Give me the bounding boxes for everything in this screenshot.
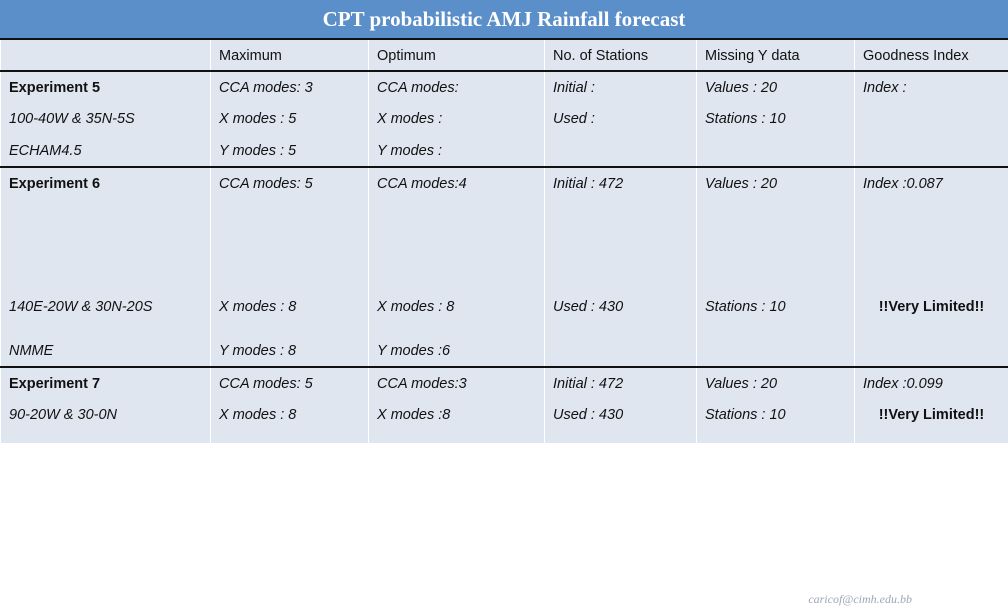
column-header-maximum: Maximum [210, 38, 369, 71]
cell-optimum: CCA modes:3 [368, 366, 545, 399]
cell-domain: 140E-20W & 30N-20S [0, 291, 211, 335]
cell-optimum: Y modes :6 [368, 335, 545, 367]
cell-maximum: Y modes : 8 [210, 335, 369, 367]
cell-maximum: X modes : 5 [210, 103, 369, 135]
cell-stations: Used : [544, 103, 697, 135]
cell-stations: Initial : [544, 70, 697, 103]
cell-experiment-label: Experiment 5 [0, 70, 211, 103]
table-header-row: Maximum Optimum No. of Stations Missing … [0, 38, 1008, 71]
page-title: CPT probabilistic AMJ Rainfall forecast [0, 0, 1008, 38]
table-row: NMME Y modes : 8 Y modes :6 [0, 335, 1008, 367]
cell-stations: Used : 430 [544, 291, 697, 335]
cell-missing-y: Stations : 10 [696, 103, 855, 135]
cell-optimum: X modes :8 [368, 399, 545, 443]
cell-optimum: Y modes : [368, 135, 545, 167]
cell-domain: 90-20W & 30-0N [0, 399, 211, 443]
cell-model: NMME [0, 335, 211, 367]
table-row: Experiment 6 CCA modes: 5 CCA modes:4 In… [0, 166, 1008, 291]
table-row: Experiment 5 CCA modes: 3 CCA modes: Ini… [0, 70, 1008, 103]
cell-maximum: Y modes : 5 [210, 135, 369, 167]
column-header-optimum: Optimum [368, 38, 545, 71]
cell-model: ECHAM4.5 [0, 135, 211, 167]
table-row: 140E-20W & 30N-20S X modes : 8 X modes :… [0, 291, 1008, 335]
table-row: 100-40W & 35N-5S X modes : 5 X modes : U… [0, 103, 1008, 135]
cell-stations [544, 135, 697, 167]
cell-maximum: CCA modes: 5 [210, 366, 369, 399]
cell-domain: 100-40W & 35N-5S [0, 103, 211, 135]
cell-missing-y: Values : 20 [696, 366, 855, 399]
cell-missing-y: Stations : 10 [696, 399, 855, 443]
cell-maximum: X modes : 8 [210, 291, 369, 335]
cell-missing-y [696, 335, 855, 367]
cell-stations: Used : 430 [544, 399, 697, 443]
cell-goodness [854, 335, 1008, 367]
column-header-blank [0, 38, 211, 71]
cell-optimum: X modes : [368, 103, 545, 135]
cell-missing-y [696, 135, 855, 167]
cell-goodness [854, 135, 1008, 167]
cell-missing-y: Values : 20 [696, 166, 855, 291]
table-row: Experiment 7 CCA modes: 5 CCA modes:3 In… [0, 366, 1008, 399]
cell-goodness: Index :0.087 [854, 166, 1008, 291]
cell-goodness: Index : [854, 70, 1008, 103]
column-header-no-of-stations: No. of Stations [544, 38, 697, 71]
cell-optimum: CCA modes: [368, 70, 545, 103]
cell-stations: Initial : 472 [544, 166, 697, 291]
slide-canvas: CPT probabilistic AMJ Rainfall forecast … [0, 0, 1008, 612]
cell-missing-y: Values : 20 [696, 70, 855, 103]
cell-stations: Initial : 472 [544, 366, 697, 399]
status-badge: !!Very Limited!! [854, 399, 1008, 443]
cell-goodness: Index :0.099 [854, 366, 1008, 399]
cell-goodness [854, 103, 1008, 135]
cell-experiment-label: Experiment 7 [0, 366, 211, 399]
forecast-table: Maximum Optimum No. of Stations Missing … [0, 38, 1008, 443]
cell-optimum: CCA modes:4 [368, 166, 545, 291]
status-badge: !!Very Limited!! [854, 291, 1008, 335]
cell-experiment-label: Experiment 6 [0, 166, 211, 291]
column-header-goodness-index: Goodness Index [854, 38, 1008, 71]
cell-maximum: X modes : 8 [210, 399, 369, 443]
table-row: 90-20W & 30-0N X modes : 8 X modes :8 Us… [0, 399, 1008, 443]
cell-missing-y: Stations : 10 [696, 291, 855, 335]
credit-text: caricof@cimh.edu.bb [808, 592, 912, 606]
cell-optimum: X modes : 8 [368, 291, 545, 335]
column-header-missing-y-data: Missing Y data [696, 38, 855, 71]
table-row: ECHAM4.5 Y modes : 5 Y modes : [0, 135, 1008, 167]
cell-maximum: CCA modes: 5 [210, 166, 369, 291]
cell-maximum: CCA modes: 3 [210, 70, 369, 103]
cell-stations [544, 335, 697, 367]
